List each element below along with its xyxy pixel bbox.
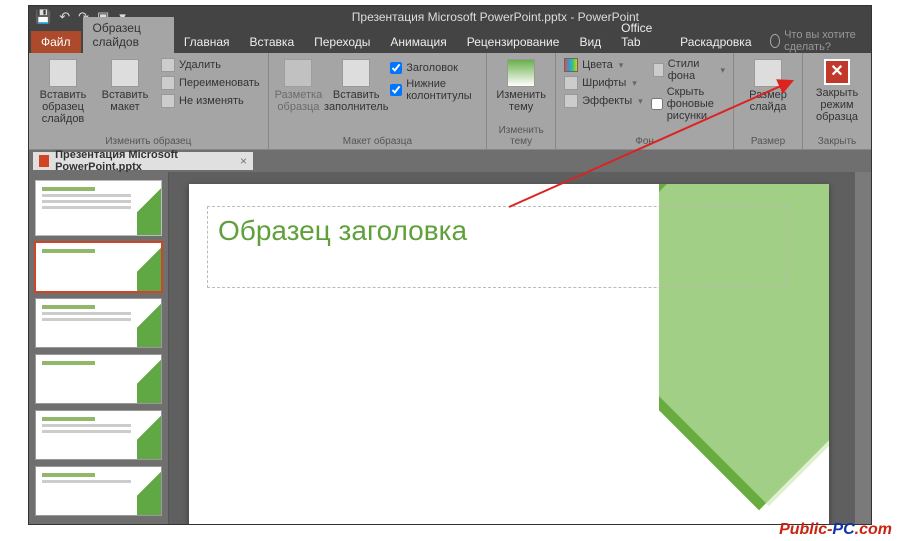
close-tab-icon[interactable]: × xyxy=(240,154,247,168)
colors-icon xyxy=(564,58,578,72)
vertical-scrollbar[interactable] xyxy=(855,172,871,524)
tab-slide-master[interactable]: Образец слайдов xyxy=(83,17,174,53)
insert-slide-master-icon xyxy=(49,59,77,87)
group-background: Цвета▾ Шрифты▾ Эффекты▾ Стили фона▾ Скры… xyxy=(556,53,734,149)
master-thumbnail[interactable] xyxy=(35,180,162,236)
slide-canvas[interactable]: Образец заголовка xyxy=(189,184,829,524)
workspace: Образец заголовка xyxy=(29,172,871,524)
document-tab-label: Презентация Microsoft PowerPoint.pptx xyxy=(55,149,234,173)
insert-layout-button[interactable]: Вставить макет xyxy=(97,55,153,113)
layout-thumbnail[interactable] xyxy=(35,242,162,292)
chevron-down-icon: ▾ xyxy=(638,96,643,107)
thumbnail-pane[interactable] xyxy=(29,172,169,524)
bulb-icon xyxy=(770,34,781,48)
title-placeholder[interactable]: Образец заголовка xyxy=(207,206,787,288)
colors-button[interactable]: Цвета▾ xyxy=(562,57,645,73)
layout-thumbnail[interactable] xyxy=(35,410,162,460)
group-label-close: Закрыть xyxy=(809,134,865,149)
delete-icon xyxy=(161,58,175,72)
powerpoint-icon xyxy=(39,155,49,167)
effects-button[interactable]: Эффекты▾ xyxy=(562,93,645,109)
title-placeholder-text: Образец заголовка xyxy=(218,215,776,247)
group-label-master-layout: Макет образца xyxy=(275,134,480,149)
insert-layout-icon xyxy=(111,59,139,87)
themes-icon xyxy=(507,59,535,87)
window-title: Презентация Microsoft PowerPoint.pptx - … xyxy=(126,10,865,24)
background-styles-icon xyxy=(653,63,664,77)
group-edit-theme: Изменить тему Изменить тему xyxy=(487,53,556,149)
tab-home[interactable]: Главная xyxy=(174,31,240,53)
checkbox-hide-bg[interactable]: Скрыть фоновые рисунки xyxy=(651,85,727,123)
checkbox-footers[interactable]: Нижние колонтитулы xyxy=(390,77,480,103)
rename-button[interactable]: Переименовать xyxy=(159,75,262,91)
group-label-size: Размер xyxy=(740,134,796,149)
close-icon: ✕ xyxy=(824,59,850,85)
fonts-icon xyxy=(564,76,578,90)
layout-thumbnail[interactable] xyxy=(35,354,162,404)
group-label-edit-master: Изменить образец xyxy=(35,134,262,149)
tab-insert[interactable]: Вставка xyxy=(240,31,305,53)
slide-size-icon xyxy=(754,59,782,87)
background-styles-button[interactable]: Стили фона▾ xyxy=(651,57,727,83)
tab-transitions[interactable]: Переходы xyxy=(304,31,380,53)
fonts-button[interactable]: Шрифты▾ xyxy=(562,75,645,91)
slide-editor[interactable]: Образец заголовка xyxy=(169,172,871,524)
master-layout-button: Разметка образца xyxy=(275,55,323,113)
slide-size-button[interactable]: Размер слайда xyxy=(740,55,796,113)
checkbox-title[interactable]: Заголовок xyxy=(390,61,480,75)
tab-view[interactable]: Вид xyxy=(569,31,611,53)
rename-icon xyxy=(161,76,175,90)
master-layout-icon xyxy=(284,59,312,87)
delete-button[interactable]: Удалить xyxy=(159,57,262,73)
document-tab-bar: Презентация Microsoft PowerPoint.pptx × xyxy=(29,150,871,172)
themes-button[interactable]: Изменить тему xyxy=(493,55,549,113)
chevron-down-icon: ▾ xyxy=(720,65,725,76)
group-label-edit-theme: Изменить тему xyxy=(493,123,549,149)
undo-icon[interactable]: ↶ xyxy=(59,9,70,25)
tab-review[interactable]: Рецензирование xyxy=(457,31,570,53)
effects-icon xyxy=(564,94,578,108)
group-size: Размер слайда Размер xyxy=(734,53,803,149)
ribbon-tabs: Файл Образец слайдов Главная Вставка Пер… xyxy=(29,28,871,53)
tab-file[interactable]: Файл xyxy=(31,31,81,53)
tab-animation[interactable]: Анимация xyxy=(380,31,456,53)
ribbon: Вставить образец слайдов Вставить макет … xyxy=(29,53,871,150)
preserve-icon xyxy=(161,94,175,108)
layout-thumbnail[interactable] xyxy=(35,298,162,348)
chevron-down-icon: ▾ xyxy=(619,60,624,71)
save-icon[interactable]: 💾 xyxy=(35,9,51,25)
chevron-down-icon: ▾ xyxy=(632,78,637,89)
app-window: 💾 ↶ ↷ ▣ ▾ Презентация Microsoft PowerPoi… xyxy=(28,5,872,525)
group-master-layout: Разметка образца Вставить заполнитель За… xyxy=(269,53,487,149)
tab-office-tab[interactable]: Office Tab xyxy=(611,17,670,53)
insert-placeholder-button[interactable]: Вставить заполнитель xyxy=(328,55,384,113)
tell-me[interactable]: Что вы хотите сделать? xyxy=(770,29,871,53)
group-edit-master: Вставить образец слайдов Вставить макет … xyxy=(29,53,269,149)
document-tab[interactable]: Презентация Microsoft PowerPoint.pptx × xyxy=(33,152,253,170)
tab-storyboard[interactable]: Раскадровка xyxy=(670,31,761,53)
preserve-button[interactable]: Не изменять xyxy=(159,93,262,109)
close-master-view-button[interactable]: ✕ Закрыть режим образца xyxy=(809,55,865,123)
group-close: ✕ Закрыть режим образца Закрыть xyxy=(803,53,871,149)
insert-slide-master-button[interactable]: Вставить образец слайдов xyxy=(35,55,91,125)
watermark: Public-PC.com xyxy=(779,521,892,539)
group-label-background: Фон xyxy=(562,134,727,149)
layout-thumbnail[interactable] xyxy=(35,466,162,516)
insert-placeholder-icon xyxy=(342,59,370,87)
